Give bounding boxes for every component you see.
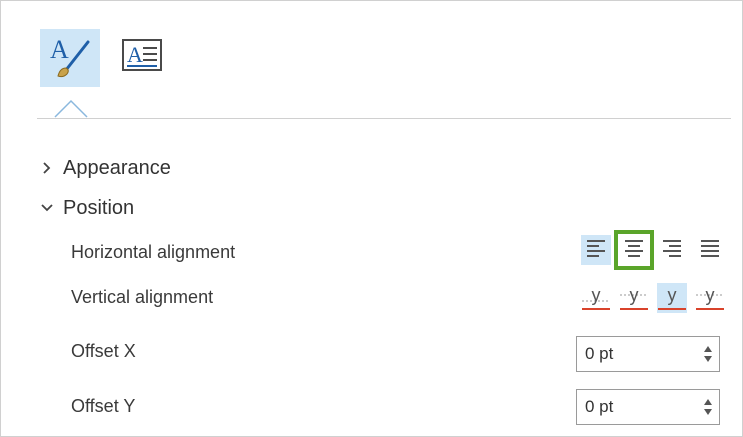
horizontal-alignment-label: Horizontal alignment: [71, 242, 236, 262]
valign-glyph: y: [592, 285, 601, 305]
align-right-icon: [662, 239, 682, 262]
align-justify-icon: [700, 239, 720, 262]
symbol-properties-panel: A A Appearance Position Horizontal align…: [0, 0, 743, 437]
offset-x-label: Offset X: [71, 341, 136, 361]
symbol-brush-icon: A: [48, 32, 92, 85]
offset-y-spinner[interactable]: [576, 389, 720, 425]
align-justify-button[interactable]: [695, 235, 725, 265]
valign-center-icon: y: [657, 281, 687, 316]
valign-center-button[interactable]: y: [657, 283, 687, 313]
section-position[interactable]: Position: [41, 194, 134, 222]
spinner-arrows-icon[interactable]: [697, 337, 719, 371]
valign-bottom-button[interactable]: y: [619, 283, 649, 313]
valign-glyph: y: [668, 285, 677, 305]
vertical-alignment-group: y y y y: [581, 283, 725, 313]
svg-text:A: A: [50, 35, 69, 64]
align-center-button[interactable]: [614, 230, 654, 270]
tab-divider: [37, 118, 731, 119]
offset-y-input[interactable]: [577, 390, 697, 424]
valign-top-icon: y: [695, 281, 725, 316]
align-left-button[interactable]: [581, 235, 611, 265]
chevron-right-icon: [41, 162, 63, 174]
tab-symbol[interactable]: A: [40, 29, 100, 87]
horizontal-alignment-group: [581, 230, 725, 270]
chevron-down-icon: [41, 202, 63, 214]
section-appearance-label: Appearance: [63, 156, 171, 179]
valign-glyph: y: [706, 285, 715, 305]
text-properties-icon: A: [121, 38, 163, 79]
align-left-icon: [586, 239, 606, 262]
valign-baseline-icon: y: [581, 281, 611, 316]
offset-x-input[interactable]: [577, 337, 697, 371]
valign-glyph: y: [630, 285, 639, 305]
spinner-arrows-icon[interactable]: [697, 390, 719, 424]
tab-indicator-caret-icon: [53, 97, 89, 124]
align-right-button[interactable]: [657, 235, 687, 265]
valign-baseline-button[interactable]: y: [581, 283, 611, 313]
offset-y-label: Offset Y: [71, 396, 136, 416]
svg-text:A: A: [127, 42, 143, 67]
valign-bottom-icon: y: [619, 281, 649, 316]
section-appearance[interactable]: Appearance: [41, 154, 171, 182]
section-position-label: Position: [63, 196, 135, 219]
align-center-icon: [624, 239, 644, 262]
vertical-alignment-label: Vertical alignment: [71, 287, 214, 307]
valign-top-button[interactable]: y: [695, 283, 725, 313]
offset-x-spinner[interactable]: [576, 336, 720, 372]
tab-text[interactable]: A: [118, 34, 166, 82]
